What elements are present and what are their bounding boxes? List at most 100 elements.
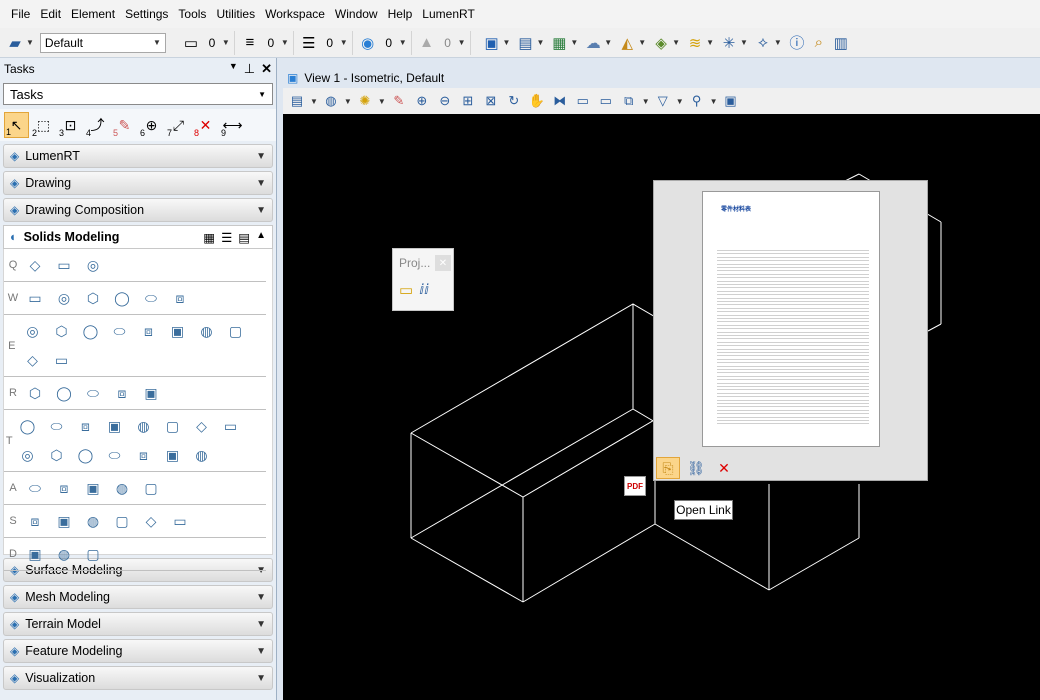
link-icon[interactable]: ⛓ xyxy=(684,457,708,479)
solid-tool-icon[interactable]: ⬭ xyxy=(101,442,127,468)
menu-item-tools[interactable]: Tools xyxy=(173,7,211,21)
solid-tool-icon[interactable]: ⬭ xyxy=(138,285,164,311)
dropdown-icon[interactable]: ▼ xyxy=(229,61,238,77)
weight-group[interactable]: ☰ 0 ▼ xyxy=(294,30,353,55)
section-feature-modeling[interactable]: ◈ Feature Modeling ▼ xyxy=(3,639,273,663)
solid-tool-icon[interactable]: ◯ xyxy=(77,318,103,344)
solid-tool-icon[interactable]: ◍ xyxy=(51,541,77,567)
solid-tool-icon[interactable]: ⧈ xyxy=(22,508,48,534)
caret-icon[interactable]: ▼ xyxy=(672,38,680,47)
fence-icon[interactable]: ⬚ 2 xyxy=(31,112,56,139)
chevron-up-icon[interactable]: ▲ xyxy=(256,230,266,245)
solid-tool-icon[interactable]: ◍ xyxy=(109,475,135,501)
section-visualization[interactable]: ◈ Visualization ▼ xyxy=(3,666,273,690)
lighting-icon[interactable]: ✺ xyxy=(355,91,375,111)
caret-icon[interactable]: ▼ xyxy=(706,38,714,47)
solid-tool-icon[interactable]: ▣ xyxy=(159,442,185,468)
solid-tool-icon[interactable]: ▣ xyxy=(51,508,77,534)
measure-icon[interactable]: ⟡ xyxy=(752,32,774,54)
solid-tool-icon[interactable]: ◯ xyxy=(109,285,135,311)
solid-tool-icon[interactable]: ▭ xyxy=(22,285,48,311)
panel-icon[interactable]: ▥ xyxy=(830,32,852,54)
list-view-icon[interactable]: ☰ xyxy=(221,230,232,245)
solid-tool-icon[interactable]: ◍ xyxy=(188,442,214,468)
solid-tool-icon[interactable]: ⬭ xyxy=(22,475,48,501)
solid-tool-icon[interactable]: ▢ xyxy=(109,508,135,534)
solid-tool-icon[interactable]: ⬡ xyxy=(80,285,106,311)
solid-tool-icon[interactable]: ⬭ xyxy=(106,318,132,344)
rotate-view-icon[interactable]: ↻ xyxy=(504,91,524,111)
solid-tool-icon[interactable]: ▣ xyxy=(80,475,106,501)
style-group[interactable]: ≡ 0 ▼ xyxy=(235,30,294,55)
solid-tool-icon[interactable]: ▭ xyxy=(217,413,243,439)
solid-tool-icon[interactable]: ◎ xyxy=(80,252,106,278)
menu-item-edit[interactable]: Edit xyxy=(35,7,66,21)
solid-tool-icon[interactable]: ▭ xyxy=(167,508,193,534)
camera-icon[interactable]: ⚲ xyxy=(687,91,707,111)
solid-tool-icon[interactable]: ▭ xyxy=(51,252,77,278)
info-icon[interactable]: ⅈⅈ xyxy=(419,281,429,299)
caret-icon[interactable]: ▼ xyxy=(378,97,386,106)
paint-icon[interactable]: ✎ 5 xyxy=(112,112,137,139)
menu-item-help[interactable]: Help xyxy=(383,7,418,21)
color-group[interactable]: ▭ 0 ▼ xyxy=(176,30,235,55)
pdf-icon[interactable]: PDF xyxy=(624,476,646,496)
solid-tool-icon[interactable]: ◇ xyxy=(22,252,48,278)
solid-tool-icon[interactable]: ▢ xyxy=(138,475,164,501)
solid-tool-icon[interactable]: ◯ xyxy=(14,413,40,439)
view-next-icon[interactable]: ▭ xyxy=(596,91,616,111)
solid-tool-icon[interactable]: ◎ xyxy=(19,318,45,344)
zoom-in-icon[interactable]: ⊕ xyxy=(412,91,432,111)
solid-tool-icon[interactable]: ▢ xyxy=(222,318,248,344)
fence-3d-icon[interactable]: ⊡ 3 xyxy=(58,112,83,139)
zoom-out-icon[interactable]: ⊖ xyxy=(435,91,455,111)
solid-tool-icon[interactable]: ⬭ xyxy=(80,380,106,406)
menu-item-file[interactable]: File xyxy=(6,7,35,21)
menu-item-lumenrt[interactable]: LumenRT xyxy=(417,7,479,21)
solid-tool-icon[interactable]: ⧈ xyxy=(130,442,156,468)
layers-yellow-icon[interactable]: ≋ xyxy=(684,32,706,54)
solid-tool-icon[interactable]: ⬡ xyxy=(22,380,48,406)
stack-icon[interactable]: ◈ xyxy=(650,32,672,54)
caret-icon[interactable]: ▼ xyxy=(604,38,612,47)
caret-icon[interactable]: ▼ xyxy=(503,38,511,47)
search-icon[interactable]: ⌕ xyxy=(808,32,830,54)
caret-icon[interactable]: ▼ xyxy=(26,38,34,47)
solid-tool-icon[interactable]: ⧈ xyxy=(72,413,98,439)
solid-tool-icon[interactable]: ◯ xyxy=(51,380,77,406)
solid-tool-icon[interactable]: ◯ xyxy=(72,442,98,468)
caret-icon[interactable]: ▼ xyxy=(740,38,748,47)
menu-item-utilities[interactable]: Utilities xyxy=(211,7,260,21)
pin-icon[interactable]: ⊥ xyxy=(244,61,255,77)
caret-icon[interactable]: ▼ xyxy=(774,38,782,47)
solid-tool-icon[interactable]: ◇ xyxy=(19,347,45,373)
solid-tool-icon[interactable]: ▣ xyxy=(138,380,164,406)
caret-icon[interactable]: ▼ xyxy=(710,97,718,106)
close-icon[interactable]: ✕ xyxy=(435,255,451,271)
solid-tool-icon[interactable]: ▢ xyxy=(159,413,185,439)
solid-tool-icon[interactable]: ▣ xyxy=(164,318,190,344)
solid-tool-icon[interactable]: ◎ xyxy=(51,285,77,311)
caret-icon[interactable]: ▼ xyxy=(638,38,646,47)
caret-icon[interactable]: ▼ xyxy=(676,97,684,106)
filter-icon[interactable]: ▽ xyxy=(653,91,673,111)
select-element-icon[interactable]: ↖ 1 xyxy=(4,112,29,138)
view-settings-icon[interactable]: ▣ xyxy=(721,91,741,111)
menu-item-workspace[interactable]: Workspace xyxy=(260,7,330,21)
section-mesh-modeling[interactable]: ◈ Mesh Modeling ▼ xyxy=(3,585,273,609)
section-lumenrt[interactable]: ◈ LumenRT ▼ xyxy=(3,144,273,168)
caret-icon[interactable]: ▼ xyxy=(310,97,318,106)
caret-icon[interactable]: ▼ xyxy=(642,97,650,106)
manipulate-icon[interactable]: ⤴ 4 xyxy=(85,112,110,138)
caret-icon[interactable]: ▼ xyxy=(570,38,578,47)
solid-tool-icon[interactable]: ◍ xyxy=(130,413,156,439)
measure-distance-icon[interactable]: ⟷ 9 xyxy=(220,112,245,139)
solid-tool-icon[interactable]: ⧈ xyxy=(167,285,193,311)
pan-view-icon[interactable]: ✋ xyxy=(527,91,547,111)
solid-tool-icon[interactable]: ◍ xyxy=(80,508,106,534)
solid-tool-icon[interactable]: ⬡ xyxy=(43,442,69,468)
tasks-combo[interactable]: Tasks ▼ xyxy=(3,83,273,105)
cloud-icon[interactable]: ☁ xyxy=(582,32,604,54)
solid-tool-icon[interactable]: ⧈ xyxy=(51,475,77,501)
view-attributes-icon[interactable]: ▤ xyxy=(287,91,307,111)
